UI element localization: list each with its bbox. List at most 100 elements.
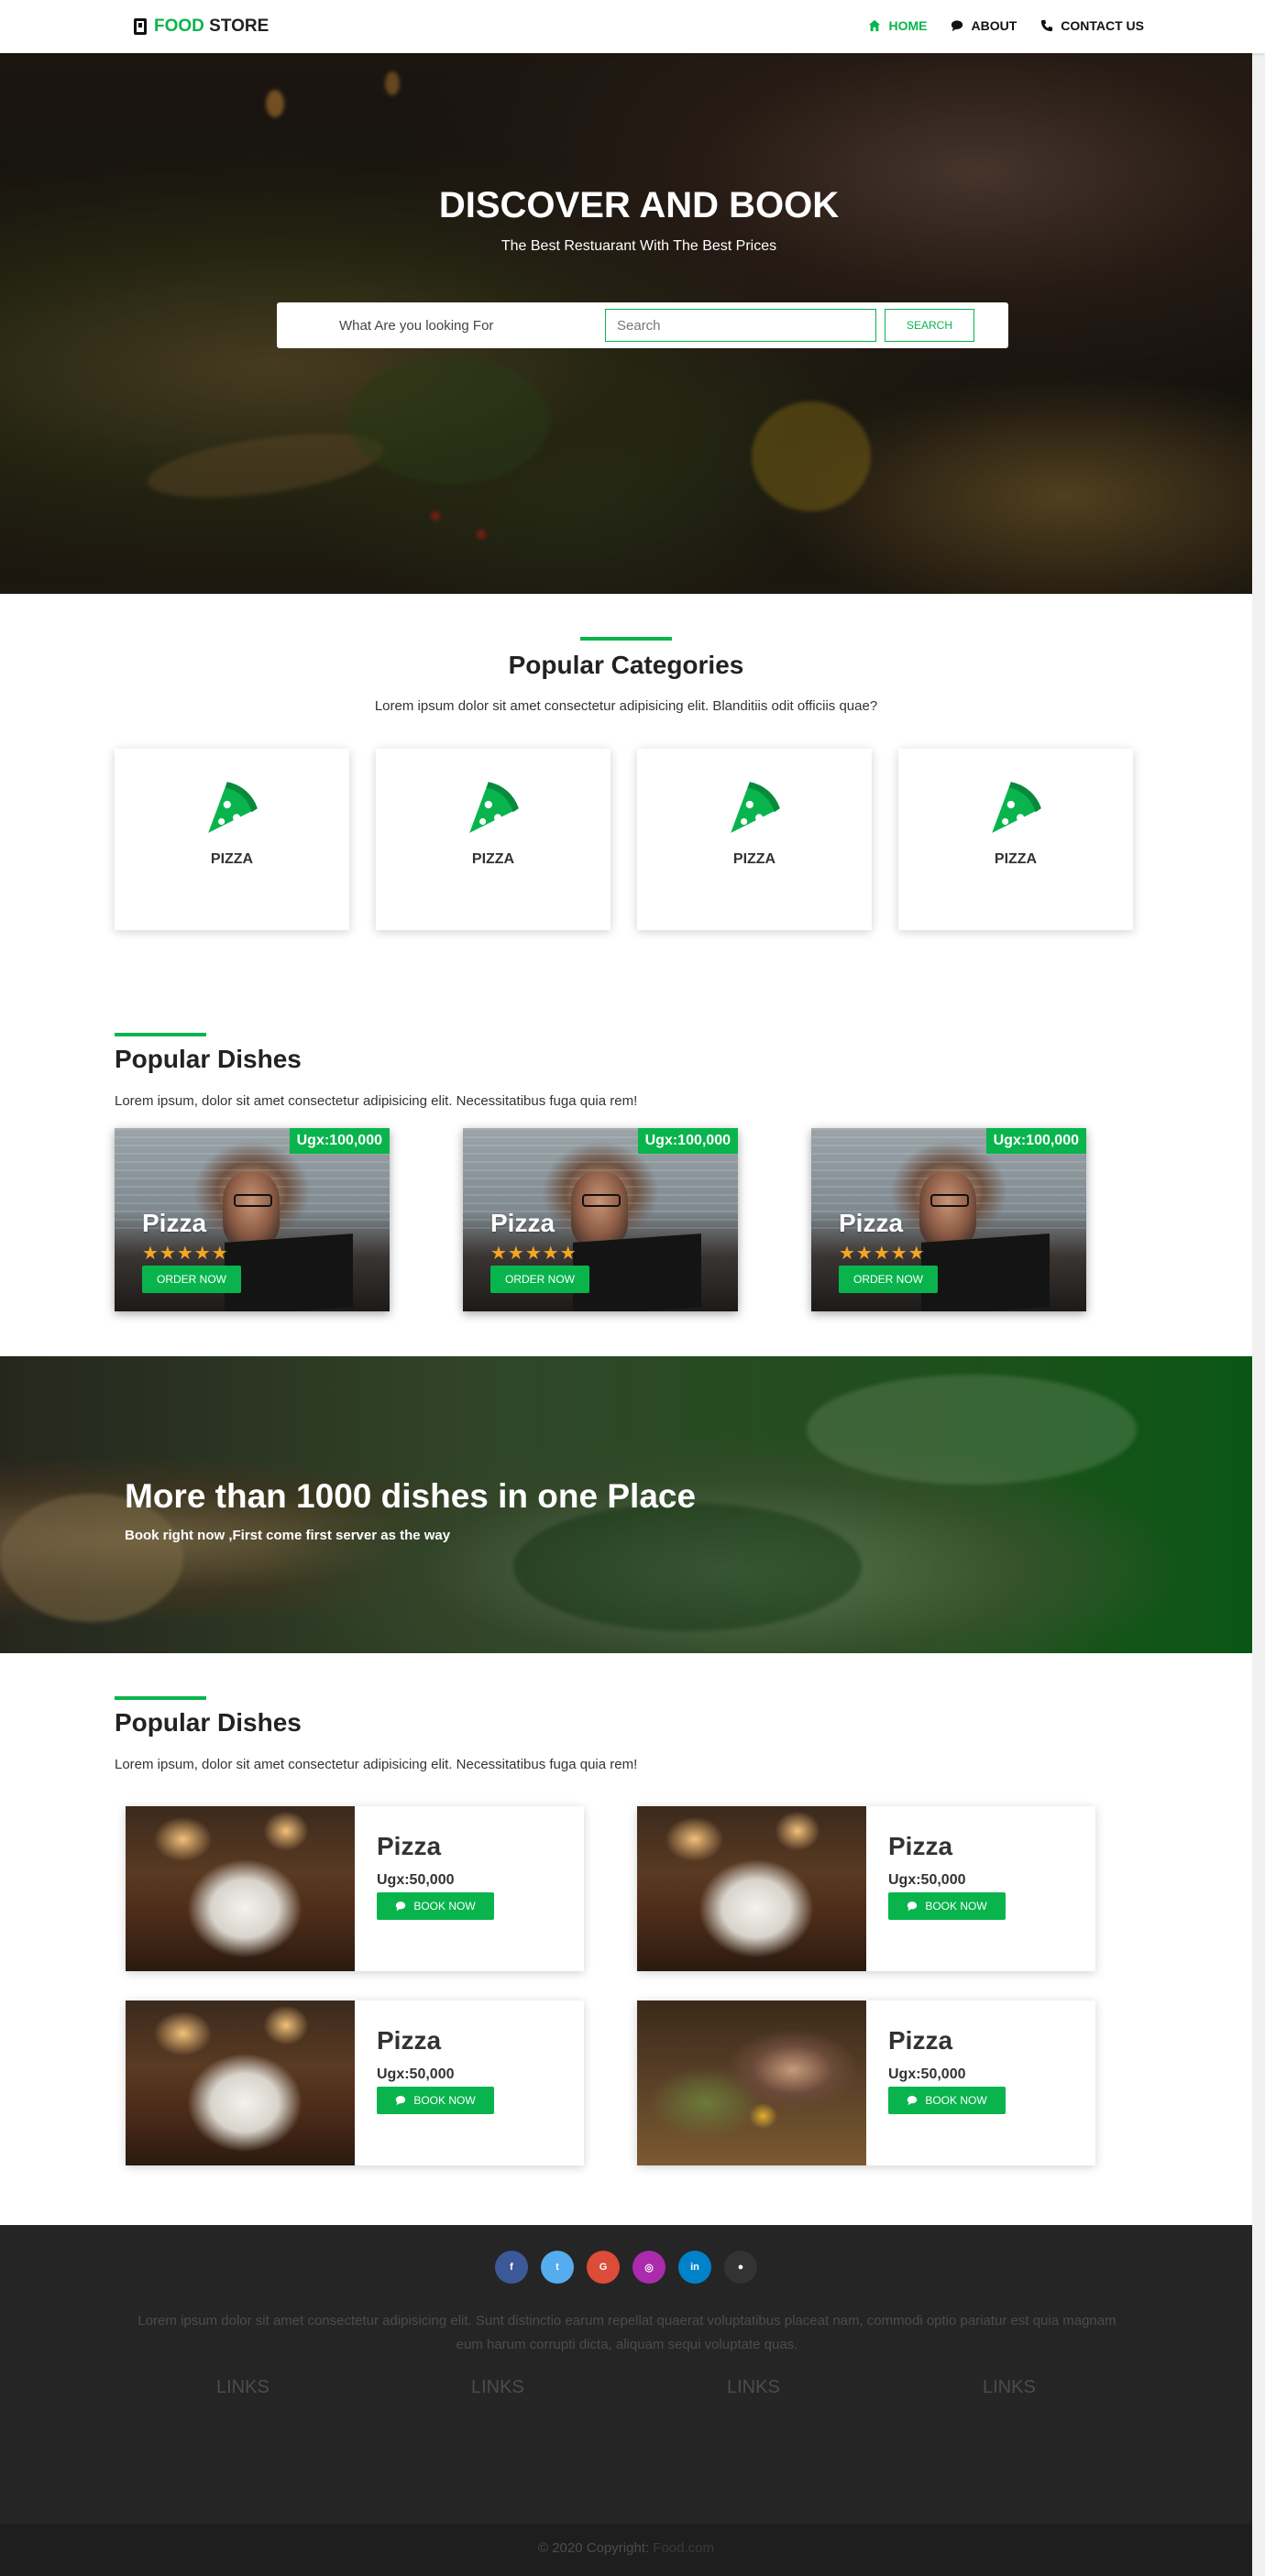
order-now-button[interactable]: ORDER NOW <box>142 1266 241 1293</box>
order-now-button[interactable]: ORDER NOW <box>490 1266 589 1293</box>
booking-card[interactable]: Pizza Ugx:50,000 BOOK NOW <box>126 1806 584 1971</box>
dish-card[interactable]: Ugx:100,000 Pizza ★★★★★ ORDER NOW <box>115 1128 390 1311</box>
copyright-brand-link[interactable]: Food.com <box>653 2540 714 2556</box>
section-divider <box>580 637 672 641</box>
booking-card[interactable]: Pizza Ugx:50,000 BOOK NOW <box>637 1806 1095 1971</box>
footer-description: Lorem ipsum dolor sit amet consectetur a… <box>138 2313 1116 2352</box>
dish-photo <box>126 1806 355 1971</box>
category-card[interactable]: PIZZA <box>898 749 1133 930</box>
category-card[interactable]: PIZZA <box>637 749 872 930</box>
chat-icon <box>952 20 963 32</box>
category-label: PIZZA <box>210 851 254 867</box>
footer-link[interactable]: LINKS <box>471 2377 524 2398</box>
nav-home-label: HOME <box>888 18 928 33</box>
star-rating: ★★★★★ <box>490 1244 578 1264</box>
dish-photo <box>571 1172 628 1245</box>
dish-name: Pizza <box>888 2026 953 2055</box>
twitter-icon[interactable]: t <box>541 2251 574 2284</box>
category-card[interactable]: PIZZA <box>115 749 349 930</box>
search-input[interactable] <box>605 309 876 342</box>
copyright: © 2020 Copyright: Food.com <box>0 2540 1252 2556</box>
book-now-label: BOOK NOW <box>925 1900 987 1913</box>
nav-about[interactable]: ABOUT <box>951 18 1017 33</box>
category-label: PIZZA <box>994 851 1038 867</box>
hero-subtitle: The Best Restuarant With The Best Prices <box>500 238 777 254</box>
pizza-icon <box>469 782 519 833</box>
hero-title: DISCOVER AND BOOK <box>438 185 840 225</box>
dish-photo <box>919 1172 976 1245</box>
nav-about-label: ABOUT <box>971 18 1018 33</box>
dish-price: Ugx:50,000 <box>377 1872 455 1888</box>
dish-name: Pizza <box>888 1832 953 1860</box>
dish-photo <box>126 2001 355 2165</box>
dish-photo <box>637 2001 866 2165</box>
book-now-button[interactable]: BOOK NOW <box>377 1892 494 1920</box>
search-bar: What Are you looking For SEARCH <box>277 302 1008 348</box>
popular-dishes-title: Popular Dishes <box>115 1045 302 1073</box>
instagram-icon[interactable]: ◎ <box>632 2251 666 2284</box>
category-label: PIZZA <box>732 851 776 867</box>
pizza-icon <box>731 782 780 833</box>
footer-link[interactable]: LINKS <box>727 2377 780 2398</box>
star-rating: ★★★★★ <box>839 1244 926 1264</box>
facebook-icon[interactable]: f <box>495 2251 528 2284</box>
dish-name: Pizza <box>839 1209 904 1237</box>
popular-dishes-2-description: Lorem ipsum, dolor sit amet consectetur … <box>115 1757 638 1772</box>
search-label: What Are you looking For <box>339 318 494 334</box>
phone-icon <box>1041 19 1053 32</box>
logo-text: STORE <box>209 16 270 36</box>
pizza-icon <box>208 782 258 833</box>
footer-link[interactable]: LINKS <box>216 2377 270 2398</box>
dish-card[interactable]: Ugx:100,000 Pizza ★★★★★ ORDER NOW <box>811 1128 1086 1311</box>
book-now-label: BOOK NOW <box>413 1900 476 1913</box>
section-divider <box>115 1033 206 1036</box>
top-navbar: FOOD STORE HOME ABOUT CONTACT US <box>0 0 1265 53</box>
chat-icon <box>396 2096 406 2106</box>
page-scrollbar[interactable] <box>1252 53 1265 2576</box>
dish-name: Pizza <box>490 1209 556 1237</box>
book-now-button[interactable]: BOOK NOW <box>377 2087 494 2114</box>
price-tag: Ugx:100,000 <box>289 1128 390 1154</box>
section-divider <box>115 1696 206 1700</box>
footer-link[interactable]: LINKS <box>983 2377 1036 2398</box>
chat-icon <box>908 1902 918 1912</box>
nav-contact[interactable]: CONTACT US <box>1040 18 1144 33</box>
search-button[interactable]: SEARCH <box>885 309 974 342</box>
chat-icon <box>908 2096 918 2106</box>
nav-contact-label: CONTACT US <box>1061 18 1144 33</box>
price-tag: Ugx:100,000 <box>985 1128 1086 1154</box>
star-rating: ★★★★★ <box>142 1244 229 1264</box>
categories-description: Lorem ipsum dolor sit amet consectetur a… <box>374 698 878 714</box>
dish-price: Ugx:50,000 <box>377 2066 455 2082</box>
brand-logo[interactable]: FOOD STORE <box>134 16 269 37</box>
banner-subtitle: Book right now ,First come first server … <box>125 1528 451 1543</box>
category-card[interactable]: PIZZA <box>376 749 610 930</box>
dish-name: Pizza <box>377 1832 442 1860</box>
nav-links: HOME ABOUT CONTACT US <box>868 18 1144 33</box>
categories-title: Popular Categories <box>508 651 744 679</box>
dish-card[interactable]: Ugx:100,000 Pizza ★★★★★ ORDER NOW <box>463 1128 738 1311</box>
copyright-text: © 2020 Copyright: <box>538 2540 650 2556</box>
book-now-label: BOOK NOW <box>413 2094 476 2107</box>
nav-home[interactable]: HOME <box>868 18 927 33</box>
book-now-button[interactable]: BOOK NOW <box>888 2087 1006 2114</box>
booking-card[interactable]: Pizza Ugx:50,000 BOOK NOW <box>126 2001 584 2165</box>
book-now-label: BOOK NOW <box>925 2094 987 2107</box>
chat-icon <box>396 1902 406 1912</box>
popular-dishes-2-title: Popular Dishes <box>115 1708 302 1737</box>
github-icon[interactable]: ● <box>724 2251 757 2284</box>
book-now-button[interactable]: BOOK NOW <box>888 1892 1006 1920</box>
linkedin-icon[interactable]: in <box>678 2251 711 2284</box>
popular-dishes-description: Lorem ipsum, dolor sit amet consectetur … <box>115 1093 638 1109</box>
logo-accent-text: FOOD <box>154 16 204 36</box>
banner-title: More than 1000 dishes in one Place <box>125 1477 697 1515</box>
google-icon[interactable]: G <box>587 2251 620 2284</box>
home-icon <box>869 19 881 32</box>
store-icon <box>134 18 147 35</box>
price-tag: Ugx:100,000 <box>637 1128 738 1154</box>
dish-price: Ugx:50,000 <box>888 1872 966 1888</box>
dish-name: Pizza <box>142 1209 207 1237</box>
order-now-button[interactable]: ORDER NOW <box>839 1266 938 1293</box>
booking-card[interactable]: Pizza Ugx:50,000 BOOK NOW <box>637 2001 1095 2165</box>
dish-name: Pizza <box>377 2026 442 2055</box>
